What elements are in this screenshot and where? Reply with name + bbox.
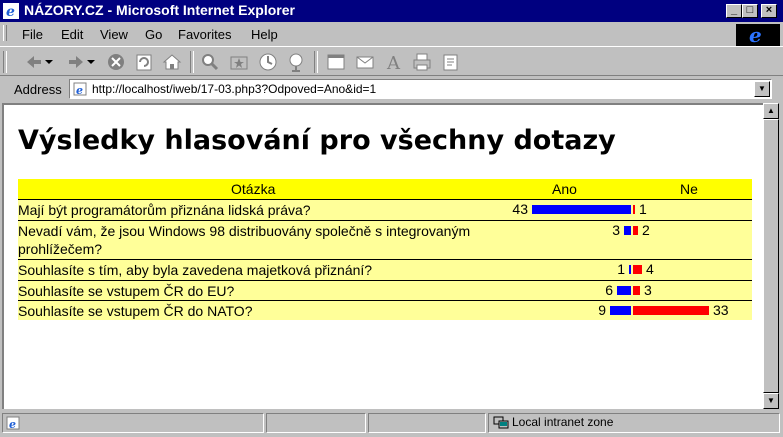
vertical-scrollbar[interactable]: ▲ ▼ (763, 103, 779, 409)
page-heading: Výsledky hlasování pro všechny dotazy (18, 125, 616, 156)
status-pane (266, 413, 366, 433)
edit-page-icon[interactable] (441, 52, 461, 72)
page-viewport: Výsledky hlasování pro všechny dotazy Ot… (2, 103, 763, 409)
menu-edit[interactable]: Edit (61, 27, 83, 42)
address-bar: Address e http://localhost/iweb/17-03.ph… (0, 77, 783, 101)
yes-count: 43 (512, 201, 528, 217)
font-size-icon[interactable]: A (384, 52, 404, 72)
header-yes: Ano (552, 181, 577, 197)
menu-file[interactable]: File (22, 27, 43, 42)
address-dropdown-button[interactable]: ▼ (754, 81, 770, 97)
yes-bar (617, 286, 631, 295)
status-main-pane: e (2, 413, 264, 433)
question-cell: Souhlasíte se vstupem ČR do NATO? (18, 303, 253, 319)
window-title: NÁZORY.CZ - Microsoft Internet Explorer (24, 2, 295, 18)
address-label: Address (14, 82, 62, 97)
no-count: 3 (644, 282, 652, 298)
no-count: 4 (646, 261, 654, 277)
search-icon[interactable] (200, 52, 220, 72)
menu-go[interactable]: Go (145, 27, 162, 42)
header-no: Ne (680, 181, 698, 197)
svg-text:A: A (386, 53, 401, 72)
no-count: 33 (713, 302, 729, 318)
table-body: Mají být programátorům přiznána lidská p… (18, 199, 752, 320)
forward-dropdown-icon[interactable] (86, 52, 96, 72)
scroll-thumb[interactable] (763, 119, 779, 393)
scroll-up-button[interactable]: ▲ (763, 103, 779, 119)
menu-favorites[interactable]: Favorites (178, 27, 231, 42)
channels-icon[interactable] (286, 52, 306, 72)
address-input[interactable]: e http://localhost/iweb/17-03.php3?Odpov… (69, 79, 772, 99)
fullscreen-icon[interactable] (326, 52, 346, 72)
yes-bar (629, 265, 631, 274)
yes-count: 9 (598, 302, 606, 318)
no-bar (633, 226, 638, 235)
svg-text:e: e (76, 84, 83, 96)
menu-help[interactable]: Help (251, 27, 278, 42)
back-dropdown-icon[interactable] (44, 52, 54, 72)
mail-icon[interactable] (355, 52, 375, 72)
status-zone-text: Local intranet zone (512, 415, 614, 429)
no-bar (633, 306, 709, 315)
table-header-row: Otázka Ano Ne (18, 179, 752, 199)
print-icon[interactable] (412, 52, 432, 72)
address-url: http://localhost/iweb/17-03.php3?Odpoved… (92, 82, 377, 96)
close-button[interactable]: × (761, 4, 777, 18)
status-bar: e Local intranet zone (0, 411, 783, 437)
table-row: Souhlasíte s tím, aby byla zavedena maje… (18, 259, 752, 280)
yes-count: 3 (612, 222, 620, 238)
menu-bar: File Edit View Go Favorites Help (0, 22, 733, 44)
favorites-icon[interactable] (229, 52, 249, 72)
yes-bar (610, 306, 631, 315)
no-bar (633, 205, 635, 214)
yes-count: 6 (605, 282, 613, 298)
ie-throbber-logo: e (736, 23, 780, 47)
menu-grip (3, 25, 7, 41)
table-row: Mají být programátorům přiznána lidská p… (18, 199, 752, 220)
table-row: Nevadí vám, že jsou Windows 98 distribuo… (18, 220, 752, 259)
maximize-button[interactable]: □ (742, 4, 758, 18)
table-row: Souhlasíte se vstupem ČR do NATO? 9 33 (18, 300, 752, 320)
toolbar-separator (190, 51, 194, 73)
ie-logo-icon: e (749, 23, 762, 47)
question-cell: Souhlasíte s tím, aby byla zavedena maje… (18, 262, 373, 278)
stop-icon[interactable] (106, 52, 126, 72)
toolbar-separator (314, 51, 318, 73)
scroll-down-button[interactable]: ▼ (763, 393, 779, 409)
menu-view[interactable]: View (100, 27, 128, 42)
header-question: Otázka (231, 181, 276, 197)
svg-text:e: e (749, 24, 762, 46)
no-bar (633, 286, 640, 295)
minimize-button[interactable]: _ (726, 4, 742, 18)
ie-app-icon: e (3, 3, 19, 19)
standard-toolbar: A (0, 46, 783, 76)
intranet-zone-icon (493, 416, 509, 429)
home-icon[interactable] (162, 52, 182, 72)
yes-count: 1 (617, 261, 625, 277)
no-count: 1 (639, 201, 647, 217)
yes-bar (624, 226, 631, 235)
svg-text:e: e (9, 418, 16, 430)
yes-bar (532, 205, 631, 214)
window-title-bar[interactable]: e NÁZORY.CZ - Microsoft Internet Explore… (0, 0, 783, 22)
history-icon[interactable] (258, 52, 278, 72)
page-icon: e (73, 82, 87, 96)
toolbar-grip (3, 51, 7, 73)
question-cell: Mají být programátorům přiznána lidská p… (18, 202, 311, 218)
question-cell: Nevadí vám, že jsou Windows 98 distribuo… (18, 223, 471, 257)
forward-icon[interactable] (66, 52, 86, 72)
results-table: Otázka Ano Ne Mají být programátorům při… (18, 179, 752, 320)
page-status-icon: e (6, 416, 20, 430)
status-pane (368, 413, 486, 433)
no-count: 2 (642, 222, 650, 238)
question-cell: Souhlasíte se vstupem ČR do EU? (18, 283, 235, 299)
refresh-icon[interactable] (134, 52, 154, 72)
no-bar (633, 265, 642, 274)
back-icon[interactable] (24, 52, 44, 72)
table-row: Souhlasíte se vstupem ČR do EU? 6 3 (18, 280, 752, 300)
svg-text:e: e (6, 4, 15, 19)
